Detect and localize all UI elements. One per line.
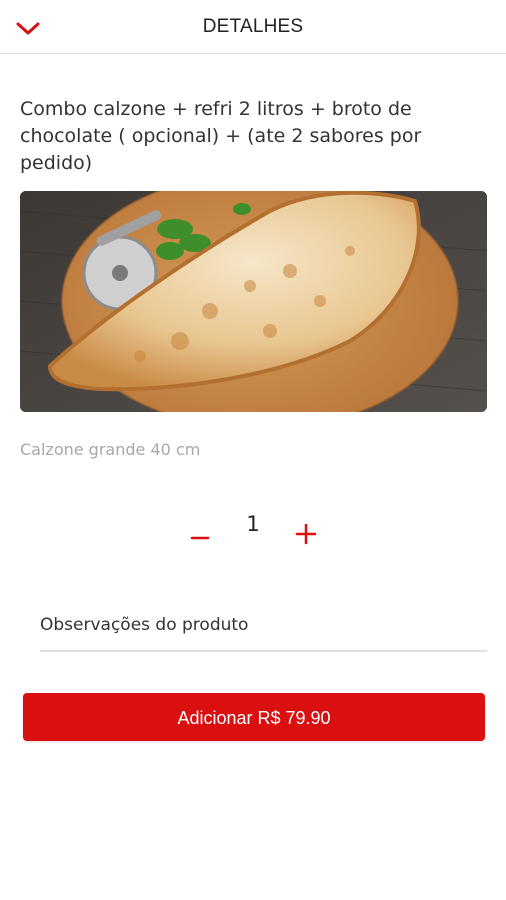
product-notes-input[interactable]	[40, 600, 487, 652]
add-button-price: R$ 79.90	[257, 708, 331, 728]
product-title: Combo calzone + refri 2 litros + broto d…	[20, 98, 422, 174]
header: DETALHES	[0, 0, 506, 54]
product-details-screen: DETALHES Combo calzone + refri 2 litros …	[0, 0, 506, 900]
page-title: DETALHES	[202, 16, 304, 37]
add-button-label: Adicionar	[177, 708, 258, 728]
add-to-cart-button[interactable]: Adicionar R$ 79.90	[23, 693, 485, 741]
product-description: Calzone grande 40 cm	[20, 440, 201, 459]
product-image	[20, 191, 487, 412]
quantity-value: 1	[246, 512, 260, 536]
plus-icon	[295, 523, 317, 545]
quantity-stepper: 1	[0, 510, 506, 550]
decrease-quantity-button[interactable]	[186, 514, 214, 542]
minus-icon	[190, 536, 210, 540]
increase-quantity-button[interactable]	[292, 520, 320, 548]
